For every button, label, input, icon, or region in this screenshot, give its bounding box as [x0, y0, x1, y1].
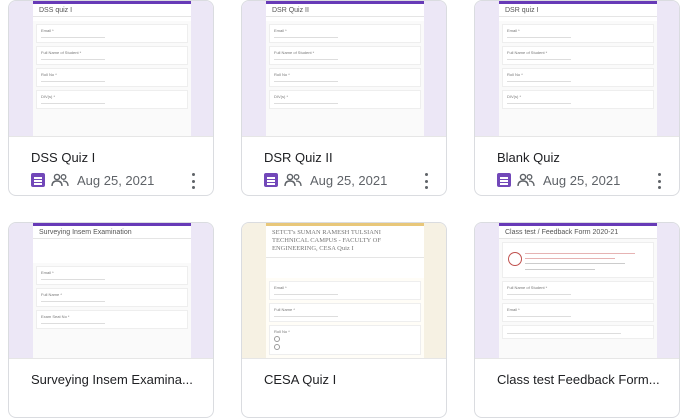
form-preview: DSR quiz I Email * Full Name of Student …: [499, 1, 657, 136]
last-opened-date: Aug 25, 2021: [310, 172, 388, 188]
form-preview: SETCT's SUMAN RAMESH TULSIANI TECHNICAL …: [266, 223, 424, 358]
form-thumbnail[interactable]: SETCT's SUMAN RAMESH TULSIANI TECHNICAL …: [242, 223, 446, 358]
google-forms-icon: [497, 173, 511, 187]
preview-question: Full Name of Student *: [502, 46, 654, 65]
form-card[interactable]: Class test / Feedback Form 2020-21 Full …: [474, 222, 680, 418]
preview-college-banner: [502, 242, 654, 278]
preview-question: DIV(s) *: [36, 90, 188, 109]
people-icon: [284, 173, 302, 187]
form-title[interactable]: DSR Quiz II: [264, 150, 436, 165]
preview-question: Roll No *: [269, 68, 421, 87]
preview-question: Roll No *: [269, 325, 421, 355]
form-card[interactable]: DSS quiz I Email * Full Name of Student …: [8, 0, 214, 196]
preview-question: Full Name *: [36, 288, 188, 307]
preview-question: Exam Seat No *: [36, 310, 188, 329]
form-title[interactable]: Surveying Insem Examina...: [31, 372, 203, 387]
google-forms-icon: [264, 173, 278, 187]
form-preview: DSS quiz I Email * Full Name of Student …: [33, 1, 191, 136]
preview-question: Email *: [269, 281, 421, 300]
preview-question: DIV(s) *: [502, 90, 654, 109]
more-vert-icon[interactable]: [424, 173, 428, 189]
preview-question: Email *: [36, 24, 188, 43]
preview-question: Email *: [269, 24, 421, 43]
last-opened-date: Aug 25, 2021: [543, 172, 621, 188]
preview-question: Email *: [502, 303, 654, 322]
preview-question: Roll No *: [36, 68, 188, 87]
last-opened-date: Aug 25, 2021: [77, 172, 155, 188]
preview-radio-option: [274, 336, 416, 342]
preview-required-note: [499, 17, 657, 21]
preview-form-title: DSR quiz I: [499, 4, 657, 17]
form-thumbnail[interactable]: DSS quiz I Email * Full Name of Student …: [9, 1, 213, 136]
form-preview: Surveying Insem Examination Email * Full…: [33, 223, 191, 358]
preview-question: [502, 325, 654, 339]
form-title[interactable]: DSS Quiz I: [31, 150, 203, 165]
form-thumbnail[interactable]: DSR Quiz II Email * Full Name of Student…: [242, 1, 446, 136]
preview-question: Full Name of Student *: [502, 281, 654, 300]
form-title[interactable]: Blank Quiz: [497, 150, 669, 165]
preview-question: DIV(s) *: [269, 90, 421, 109]
form-preview: DSR Quiz II Email * Full Name of Student…: [266, 1, 424, 136]
form-card[interactable]: Surveying Insem Examination Email * Full…: [8, 222, 214, 418]
preview-required-note: [266, 17, 424, 21]
people-icon: [517, 173, 535, 187]
form-meta: Aug 25, 2021: [497, 171, 620, 189]
preview-form-title: Class test / Feedback Form 2020-21: [499, 226, 657, 239]
form-meta: Aug 25, 2021: [264, 171, 387, 189]
form-card[interactable]: DSR quiz I Email * Full Name of Student …: [474, 0, 680, 196]
preview-form-title: DSS quiz I: [33, 4, 191, 17]
preview-required-note: [33, 17, 191, 21]
preview-question: Full Name *: [269, 303, 421, 322]
preview-form-title: Surveying Insem Examination: [33, 226, 191, 239]
college-logo-icon: [508, 252, 522, 266]
form-meta: Aug 25, 2021: [31, 171, 154, 189]
form-card[interactable]: SETCT's SUMAN RAMESH TULSIANI TECHNICAL …: [241, 222, 447, 418]
preview-question: Email *: [502, 24, 654, 43]
preview-question: Email *: [36, 266, 188, 285]
preview-description: [266, 258, 424, 278]
form-title[interactable]: Class test Feedback Form...: [497, 372, 669, 387]
preview-radio-option: [274, 344, 416, 350]
form-title[interactable]: CESA Quiz I: [264, 372, 436, 387]
preview-form-title: DSR Quiz II: [266, 4, 424, 17]
form-thumbnail[interactable]: Class test / Feedback Form 2020-21 Full …: [475, 223, 679, 358]
more-vert-icon[interactable]: [657, 173, 661, 189]
google-forms-icon: [31, 173, 45, 187]
preview-form-title: SETCT's SUMAN RAMESH TULSIANI TECHNICAL …: [266, 226, 424, 258]
form-thumbnail[interactable]: DSR quiz I Email * Full Name of Student …: [475, 1, 679, 136]
form-preview: Class test / Feedback Form 2020-21 Full …: [499, 223, 657, 358]
preview-question: Roll No *: [502, 68, 654, 87]
preview-description: [33, 239, 191, 263]
form-thumbnail[interactable]: Surveying Insem Examination Email * Full…: [9, 223, 213, 358]
preview-question: Full Name of Student *: [36, 46, 188, 65]
more-vert-icon[interactable]: [191, 173, 195, 189]
people-icon: [51, 173, 69, 187]
preview-question: Full Name of Student *: [269, 46, 421, 65]
form-card[interactable]: DSR Quiz II Email * Full Name of Student…: [241, 0, 447, 196]
